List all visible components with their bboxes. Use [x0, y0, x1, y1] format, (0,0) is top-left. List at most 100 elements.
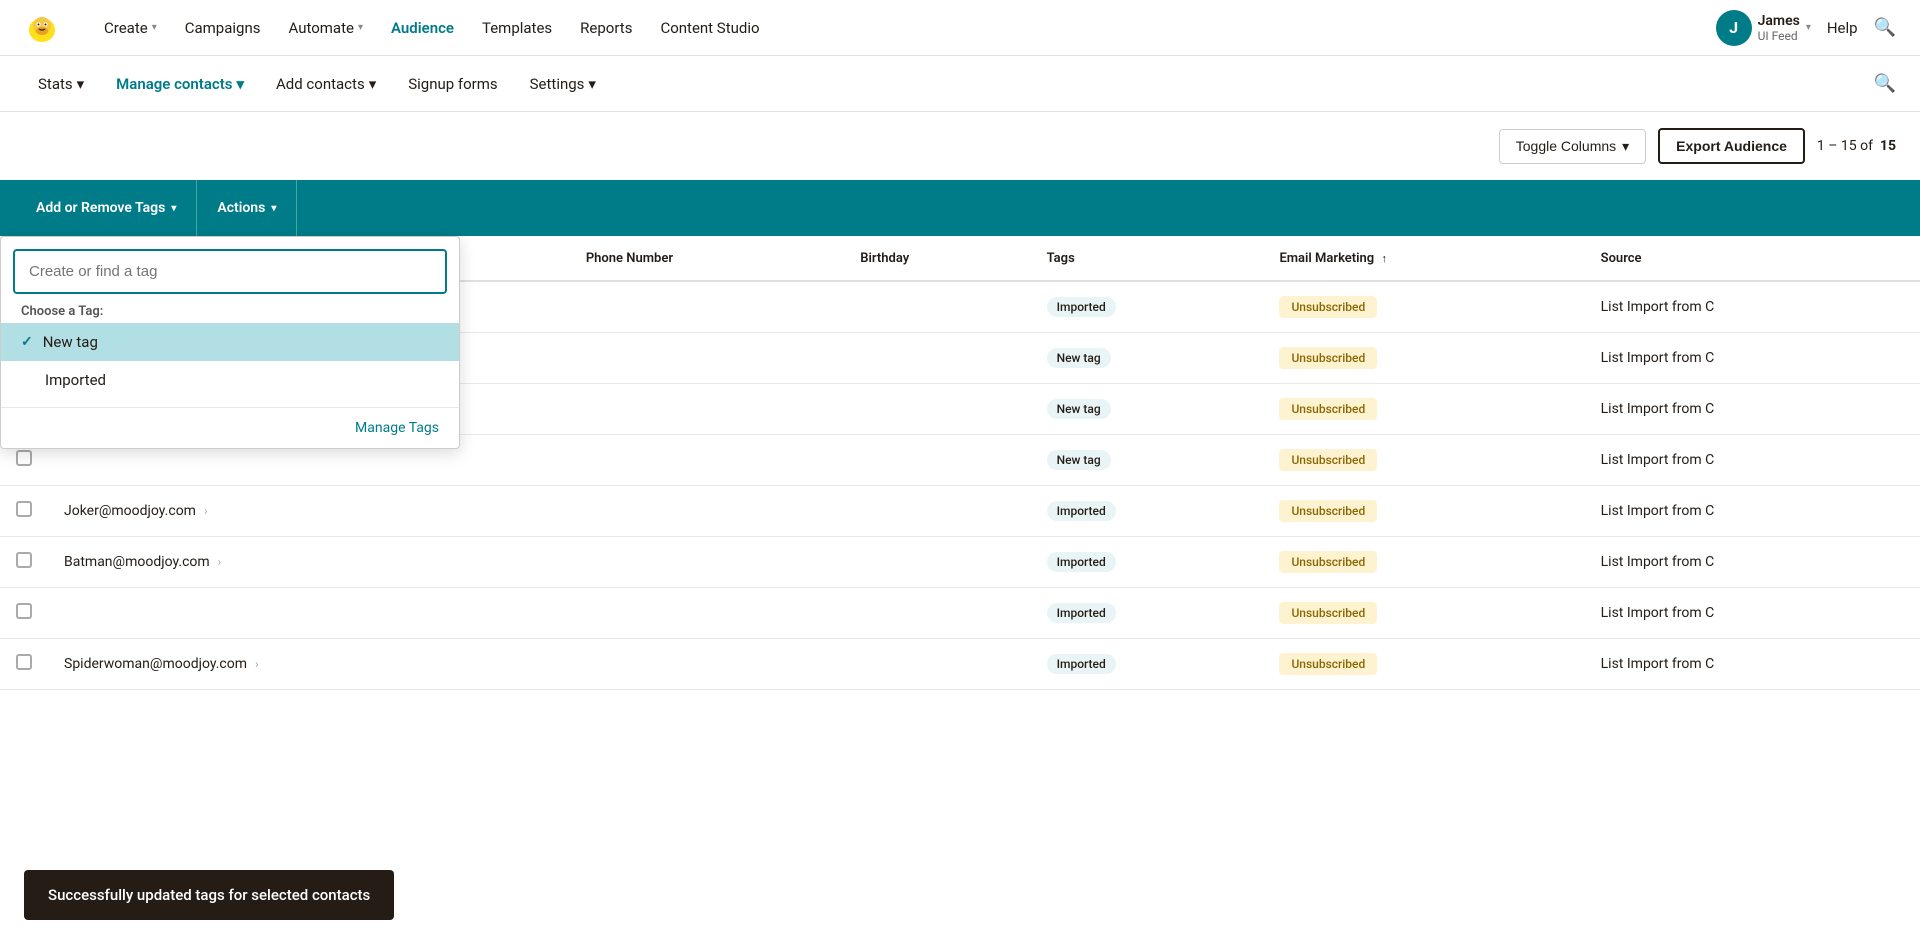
avatar: J [1716, 10, 1752, 46]
row-checkbox-4[interactable] [16, 501, 32, 517]
row-birthday-5 [844, 537, 1030, 588]
pagination-total: 15 [1880, 138, 1896, 154]
row-tags-2: New tag [1031, 384, 1264, 435]
toggle-columns-button[interactable]: Toggle Columns ▾ [1499, 129, 1646, 164]
sub-nav-manage-contacts[interactable]: Manage contacts ▾ [102, 67, 258, 101]
tag-search-input[interactable] [13, 249, 447, 294]
manage-tags-link[interactable]: Manage Tags [355, 420, 439, 436]
row-status-badge-4: Unsubscribed [1279, 500, 1377, 522]
row-phone-6 [570, 588, 844, 639]
nav-item-reports[interactable]: Reports [568, 11, 644, 45]
col-tags: Tags [1031, 236, 1264, 281]
row-checkbox-cell-5 [0, 537, 48, 588]
tag-option-new-tag-label: New tag [43, 333, 98, 351]
row-birthday-2 [844, 384, 1030, 435]
row-tags-0: Imported [1031, 281, 1264, 333]
toolbar: Toggle Columns ▾ Export Audience 1 – 15 … [0, 112, 1920, 180]
nav-item-automate[interactable]: Automate ▾ [276, 11, 375, 45]
sub-nav-add-contacts-chevron: ▾ [369, 75, 377, 93]
sub-nav-stats-label: Stats [38, 75, 73, 93]
nav-item-create-chevron: ▾ [152, 22, 157, 33]
logo[interactable] [24, 10, 60, 46]
row-birthday-7 [844, 639, 1030, 690]
row-tags-6: Imported [1031, 588, 1264, 639]
user-dropdown-chevron: ▾ [1806, 22, 1811, 33]
row-address-7: Spiderwoman@moodjoy.com › [48, 639, 570, 690]
sub-nav-add-contacts-label: Add contacts [276, 75, 365, 93]
sub-nav-stats[interactable]: Stats ▾ [24, 67, 98, 101]
user-info: James UI Feed [1758, 13, 1800, 43]
tag-option-new-tag[interactable]: ✓ New tag [1, 323, 459, 361]
row-checkbox-cell-4 [0, 486, 48, 537]
row-tags-3: New tag [1031, 435, 1264, 486]
row-email-5[interactable]: Batman@moodjoy.com [64, 554, 210, 570]
tag-option-imported[interactable]: Imported [1, 361, 459, 399]
tag-dropdown: Choose a Tag: ✓ New tag Imported Manage … [0, 236, 460, 449]
row-arrow-4: › [204, 504, 208, 518]
row-email-marketing-5: Unsubscribed [1263, 537, 1584, 588]
col-phone-label: Phone Number [586, 251, 673, 266]
row-phone-5 [570, 537, 844, 588]
sub-nav-settings[interactable]: Settings ▾ [516, 67, 610, 101]
add-remove-tags-label: Add or Remove Tags [36, 200, 165, 216]
user-block[interactable]: J James UI Feed ▾ [1716, 10, 1811, 46]
manage-tags-link-wrapper: Manage Tags [1, 407, 459, 448]
row-checkbox-cell-7 [0, 639, 48, 690]
row-status-badge-2: Unsubscribed [1279, 398, 1377, 420]
row-email-marketing-7: Unsubscribed [1263, 639, 1584, 690]
nav-item-create[interactable]: Create ▾ [92, 11, 169, 45]
row-source-4: List Import from C [1585, 486, 1920, 537]
actions-chevron: ▾ [271, 203, 276, 214]
nav-item-automate-chevron: ▾ [358, 22, 363, 33]
row-tag-badge-3: New tag [1047, 450, 1111, 470]
actions-label: Actions [217, 200, 265, 216]
nav-item-create-label: Create [104, 19, 148, 37]
nav-item-audience-label: Audience [391, 19, 454, 37]
toggle-columns-label: Toggle Columns [1516, 138, 1616, 154]
row-status-badge-7: Unsubscribed [1279, 653, 1377, 675]
col-birthday: Birthday [844, 236, 1030, 281]
nav-item-content-studio-label: Content Studio [660, 19, 759, 37]
row-checkbox-5[interactable] [16, 552, 32, 568]
export-audience-button[interactable]: Export Audience [1658, 128, 1805, 164]
table-row: Imported Unsubscribed List Import from C [0, 588, 1920, 639]
row-address-5: Batman@moodjoy.com› [48, 537, 570, 588]
row-arrow-7: › [255, 657, 259, 671]
row-status-badge-0: Unsubscribed [1279, 296, 1377, 318]
row-tags-7: Imported [1031, 639, 1264, 690]
choose-tag-label: Choose a Tag: [1, 294, 459, 323]
help-button[interactable]: Help [1827, 19, 1858, 37]
col-source: Source [1585, 236, 1920, 281]
sub-nav-manage-contacts-label: Manage contacts [116, 75, 232, 93]
row-tags-1: New tag [1031, 333, 1264, 384]
row-phone-1 [570, 333, 844, 384]
nav-item-campaigns-label: Campaigns [185, 19, 261, 37]
nav-item-content-studio[interactable]: Content Studio [648, 11, 771, 45]
nav-item-audience[interactable]: Audience [379, 11, 466, 45]
sub-nav-search-icon[interactable]: 🔍 [1874, 73, 1896, 94]
sub-nav-add-contacts[interactable]: Add contacts ▾ [262, 67, 390, 101]
add-remove-tags-button[interactable]: Add or Remove Tags ▾ [16, 180, 197, 236]
row-tag-badge-5: Imported [1047, 552, 1116, 572]
actions-button[interactable]: Actions ▾ [197, 180, 297, 236]
search-icon[interactable]: 🔍 [1874, 17, 1896, 38]
row-phone-7 [570, 639, 844, 690]
toast-notification: Successfully updated tags for selected c… [24, 870, 394, 920]
row-checkbox-3[interactable] [16, 450, 32, 466]
nav-item-campaigns[interactable]: Campaigns [173, 11, 273, 45]
nav-item-templates[interactable]: Templates [470, 11, 564, 45]
col-phone: Phone Number [570, 236, 844, 281]
sub-nav-stats-chevron: ▾ [77, 75, 85, 93]
row-tag-badge-6: Imported [1047, 603, 1116, 623]
row-email-4[interactable]: Joker@moodjoy.com [64, 503, 196, 519]
nav-right: J James UI Feed ▾ Help 🔍 [1716, 10, 1896, 46]
sub-nav-manage-contacts-chevron: ▾ [236, 75, 244, 93]
sort-icon: ↑ [1381, 252, 1387, 265]
col-birthday-label: Birthday [860, 251, 909, 266]
col-email-marketing[interactable]: Email Marketing ↑ [1263, 236, 1584, 281]
row-checkbox-6[interactable] [16, 603, 32, 619]
row-email-7[interactable]: Spiderwoman@moodjoy.com [64, 656, 247, 672]
row-birthday-0 [844, 281, 1030, 333]
sub-nav-signup-forms[interactable]: Signup forms [394, 67, 511, 101]
row-checkbox-7[interactable] [16, 654, 32, 670]
